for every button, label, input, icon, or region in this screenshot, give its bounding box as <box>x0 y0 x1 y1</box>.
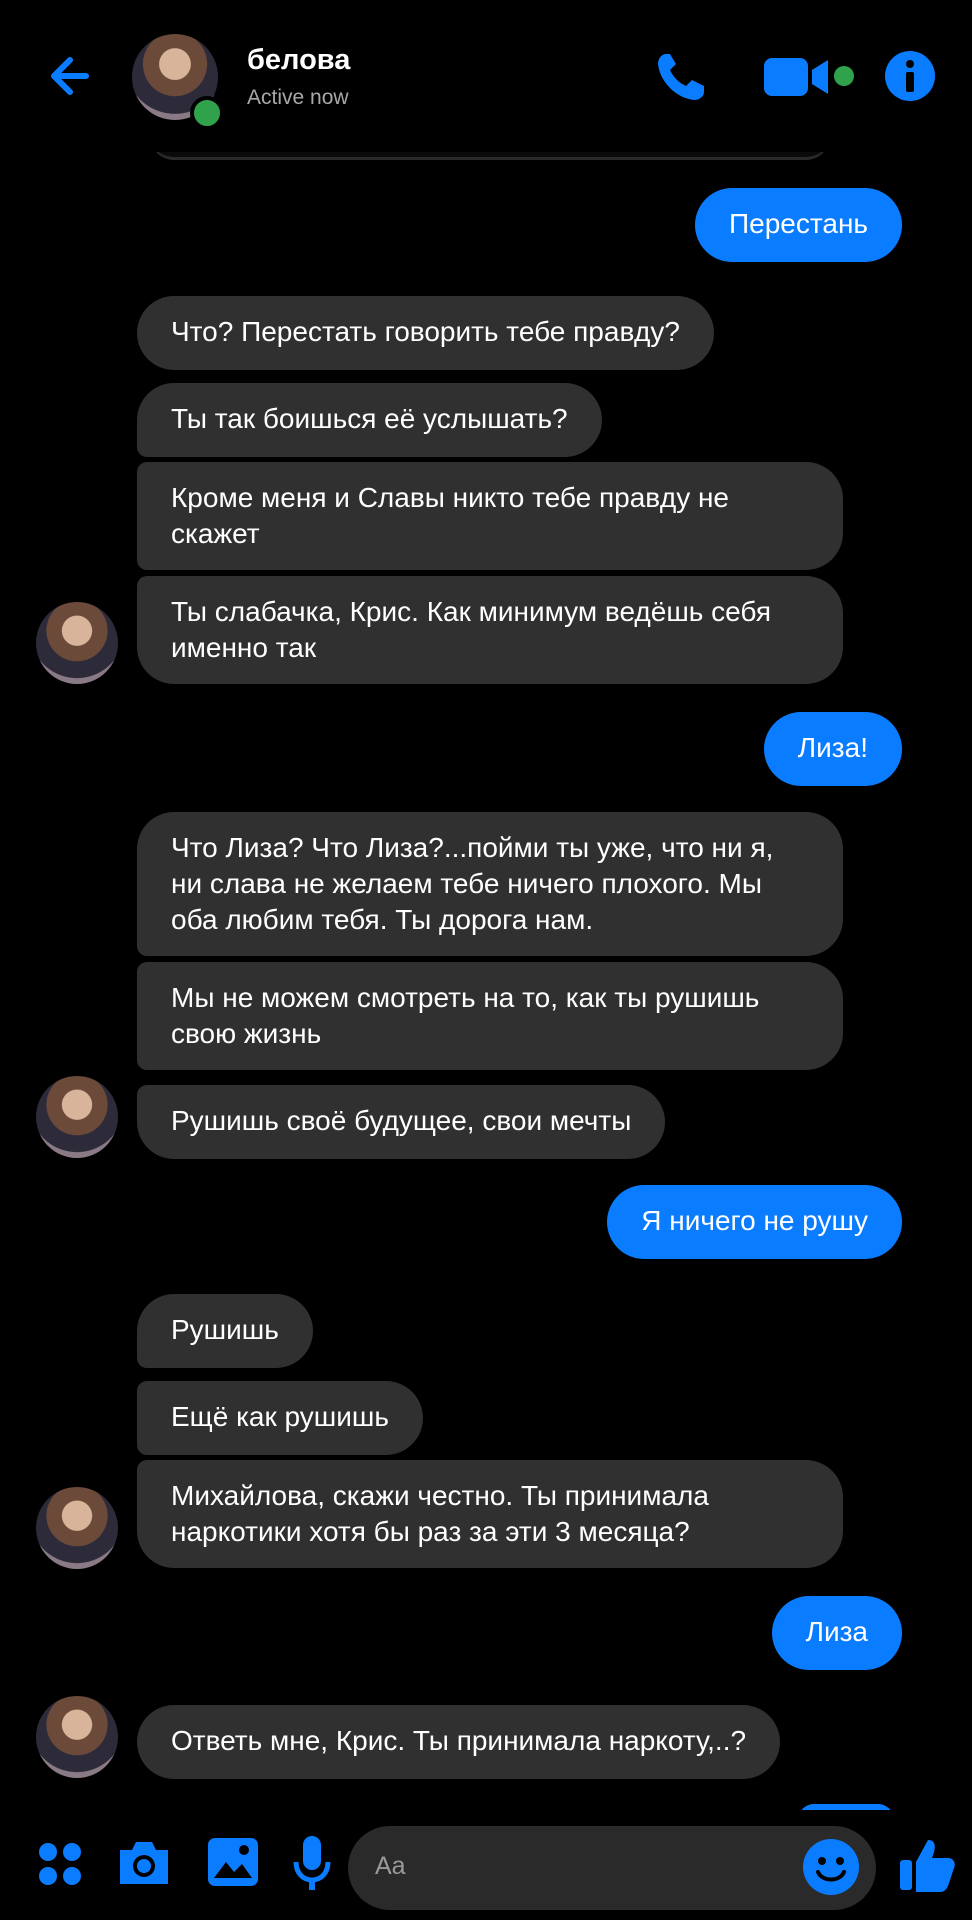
sender-avatar[interactable] <box>36 1696 118 1778</box>
apps-menu-icon[interactable] <box>36 1840 84 1888</box>
message-input[interactable] <box>348 1826 876 1910</box>
message-bubble-outgoing[interactable]: Перестань <box>695 188 902 262</box>
message-bubble-incoming[interactable]: Кроме меня и Славы никто тебе правду не … <box>137 462 843 570</box>
message-bubble-incoming[interactable]: Ещё как рушишь <box>137 1381 423 1455</box>
message-bubble-incoming[interactable]: Ты слабачка, Крис. Как минимум ведёшь се… <box>137 576 843 684</box>
conversation-header: белова Active now <box>0 0 972 152</box>
message-bubble-incoming[interactable]: Михайлова, скажи честно. Ты принимала на… <box>137 1460 843 1568</box>
gallery-icon[interactable] <box>206 1836 260 1888</box>
phone-call-icon[interactable] <box>652 48 710 106</box>
microphone-icon[interactable] <box>292 1834 332 1892</box>
message-bubble-incoming[interactable]: Что? Перестать говорить тебе правду? <box>137 296 714 370</box>
sender-avatar[interactable] <box>36 602 118 684</box>
contact-name[interactable]: белова <box>247 44 350 77</box>
info-icon[interactable] <box>884 50 936 102</box>
video-active-dot <box>834 66 854 86</box>
message-bubble-incoming[interactable]: Рушишь своё будущее, свои мечты <box>137 1085 666 1159</box>
message-bubble-incoming[interactable]: Мы не можем смотреть на то, как ты рушиш… <box>137 962 843 1070</box>
emoji-icon[interactable] <box>802 1838 860 1896</box>
message-bubble-incoming[interactable]: Рушишь <box>137 1294 313 1368</box>
message-bubble-incoming[interactable]: Ответь мне, Крис. Ты принимала наркоту,.… <box>137 1705 781 1779</box>
message-bubble-outgoing[interactable]: Лиза <box>771 1596 902 1670</box>
sender-avatar[interactable] <box>36 1076 118 1158</box>
message-bubble-incoming[interactable]: Ты так боишься её услышать? <box>137 383 602 457</box>
camera-icon[interactable] <box>116 1836 172 1888</box>
sender-avatar[interactable] <box>36 1487 118 1569</box>
back-arrow-icon[interactable] <box>46 48 102 104</box>
thumbs-up-icon[interactable] <box>898 1836 956 1894</box>
message-bubble-incoming[interactable]: Что Лиза? Что Лиза?...пойми ты уже, что … <box>137 812 843 956</box>
message-bubble-outgoing[interactable]: Лиза! <box>763 712 902 786</box>
video-call-icon[interactable] <box>764 54 830 100</box>
message-bubble-outgoing[interactable]: Я ничего не рушу <box>607 1185 902 1259</box>
online-indicator <box>190 96 224 130</box>
contact-status: Active now <box>247 86 349 109</box>
message-input-placeholder: Aa <box>375 1852 406 1880</box>
